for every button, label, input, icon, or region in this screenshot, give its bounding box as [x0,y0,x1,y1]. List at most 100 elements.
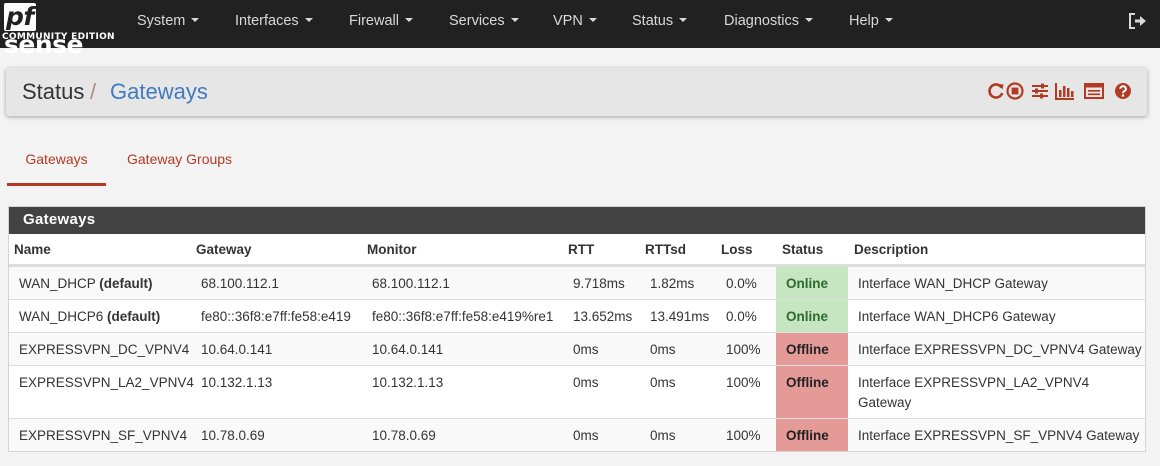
loss-value: 100% [726,428,761,443]
breadcrumb-status-link[interactable]: Status [22,80,84,104]
rttsd-value: 0ms [650,375,676,390]
status-badge: Online [776,300,848,332]
rtt-value: 0ms [573,375,599,390]
logo-edition: COMMUNITY EDITION [2,32,115,42]
column-header-monitor[interactable]: Monitor [367,242,417,257]
gateway-address: 68.100.112.1 [201,276,279,291]
monitor-address: 10.78.0.69 [372,428,436,443]
panel-title: Gateways [9,207,1145,234]
table-row: WAN_DHCP6 (default) fe80::36f8:e7ff:fe58… [9,299,1145,332]
column-header-gateway[interactable]: Gateway [196,242,252,257]
help-icon[interactable] [1114,82,1132,100]
monitor-address: fe80::36f8:e7ff:fe58:e419%re1 [372,309,554,324]
monitor-address: 10.132.1.13 [372,375,444,390]
gateway-name: EXPRESSVPN_SF_VPNV4 [19,428,188,443]
nav-services-menu[interactable]: Services [449,0,519,48]
default-flag: (default) [107,309,161,324]
top-navbar: pfsense COMMUNITY EDITION System Interfa… [0,0,1160,59]
pfsense-logo[interactable]: pfsense COMMUNITY EDITION [0,0,115,59]
default-flag: (default) [99,276,153,291]
column-header-description[interactable]: Description [854,242,928,257]
table-row: EXPRESSVPN_LA2_VPNV4 10.132.1.13 10.132.… [9,365,1145,418]
nav-label: VPN [553,13,583,29]
rtt-value: 0ms [573,428,599,443]
nav-label: Services [449,13,505,29]
table-row: WAN_DHCP (default) 68.100.112.1 68.100.1… [9,266,1145,299]
nav-label: Help [849,13,879,29]
nav-label: Firewall [349,13,399,29]
status-badge: Online [776,267,848,299]
column-header-loss[interactable]: Loss [721,242,753,257]
table-icon[interactable] [1084,82,1104,100]
caret-down-icon [588,18,597,23]
status-badge: Offline [776,419,848,451]
column-header-rttsd[interactable]: RTTsd [645,242,686,257]
caret-down-icon [804,18,813,23]
settings-sliders-icon[interactable] [1031,82,1049,100]
nav-diagnostics-menu[interactable]: Diagnostics [724,0,813,48]
column-header-status[interactable]: Status [782,242,823,257]
status-badge: Offline [776,333,848,365]
reload-icon[interactable] [987,82,1005,100]
caret-down-icon [304,18,313,23]
logo-pf: pf [4,2,36,31]
logo-wordmark: pfsense [4,3,110,59]
nav-label: System [137,13,186,29]
caret-down-icon [884,18,893,23]
table-header: Name Gateway Monitor RTT RTTsd Loss Stat… [9,234,1145,266]
nav-firewall-menu[interactable]: Firewall [349,0,413,48]
loss-value: 100% [726,342,761,357]
caret-down-icon [510,18,519,23]
loss-value: 0.0% [726,309,757,324]
rtt-value: 9.718ms [573,276,625,291]
gateway-name: WAN_DHCP (default) [19,276,153,291]
gateway-address: 10.64.0.141 [201,342,273,357]
rtt-value: 13.652ms [573,309,633,324]
gateway-address: 10.132.1.13 [201,375,273,390]
nav-label: Interfaces [235,13,299,29]
gateways-panel: Gateways Name Gateway Monitor RTT RTTsd … [8,206,1146,452]
rtt-value: 0ms [573,342,599,357]
tab-gateway-groups[interactable]: Gateway Groups [127,146,232,186]
gateway-name: EXPRESSVPN_DC_VPNV4 [19,342,190,357]
monitor-address: 68.100.112.1 [372,276,450,291]
rttsd-value: 1.82ms [650,276,695,291]
gateway-name: WAN_DHCP6 (default) [19,309,161,324]
gateway-description: Interface WAN_DHCP Gateway [858,276,1048,291]
breadcrumb-current-page[interactable]: Gateways [110,80,208,104]
nav-label: Diagnostics [724,13,799,29]
tab-gateways[interactable]: Gateways [7,146,106,186]
nav-label: Status [632,13,674,29]
status-badge: Offline [776,366,848,418]
gateway-description: Interface EXPRESSVPN_DC_VPNV4 Gateway [858,342,1142,357]
nav-interfaces-menu[interactable]: Interfaces [235,0,313,48]
gateway-description: Interface EXPRESSVPN_LA2_VPNV4 Gateway [858,375,1090,410]
column-header-rtt[interactable]: RTT [568,242,594,257]
breadcrumb-separator: / [90,79,97,104]
table-row: EXPRESSVPN_SF_VPNV4 10.78.0.69 10.78.0.6… [9,418,1145,451]
caret-down-icon [191,18,200,23]
monitor-address: 10.64.0.141 [372,342,444,357]
rttsd-value: 0ms [650,342,676,357]
nav-help-menu[interactable]: Help [849,0,893,48]
logout-icon[interactable] [1128,12,1148,30]
nav-system-menu[interactable]: System [137,0,200,48]
gateway-description: Interface EXPRESSVPN_SF_VPNV4 Gateway [858,428,1140,443]
stop-icon[interactable] [1006,82,1024,100]
nav-vpn-menu[interactable]: VPN [553,0,597,48]
column-header-name[interactable]: Name [14,242,51,257]
nav-status-menu[interactable]: Status [632,0,688,48]
gateway-address: 10.78.0.69 [201,428,265,443]
loss-value: 0.0% [726,276,757,291]
breadcrumb-bar: Status / Gateways [6,68,1147,116]
caret-down-icon [404,18,413,23]
gateway-description: Interface WAN_DHCP6 Gateway [858,309,1056,324]
caret-down-icon [679,18,688,23]
rttsd-value: 0ms [650,428,676,443]
table-row: EXPRESSVPN_DC_VPNV4 10.64.0.141 10.64.0.… [9,332,1145,365]
gateway-address: fe80::36f8:e7ff:fe58:e419 [201,309,351,324]
gateway-name: EXPRESSVPN_LA2_VPNV4 [19,375,194,390]
bar-chart-icon[interactable] [1055,82,1075,100]
loss-value: 100% [726,375,761,390]
rttsd-value: 13.491ms [650,309,710,324]
